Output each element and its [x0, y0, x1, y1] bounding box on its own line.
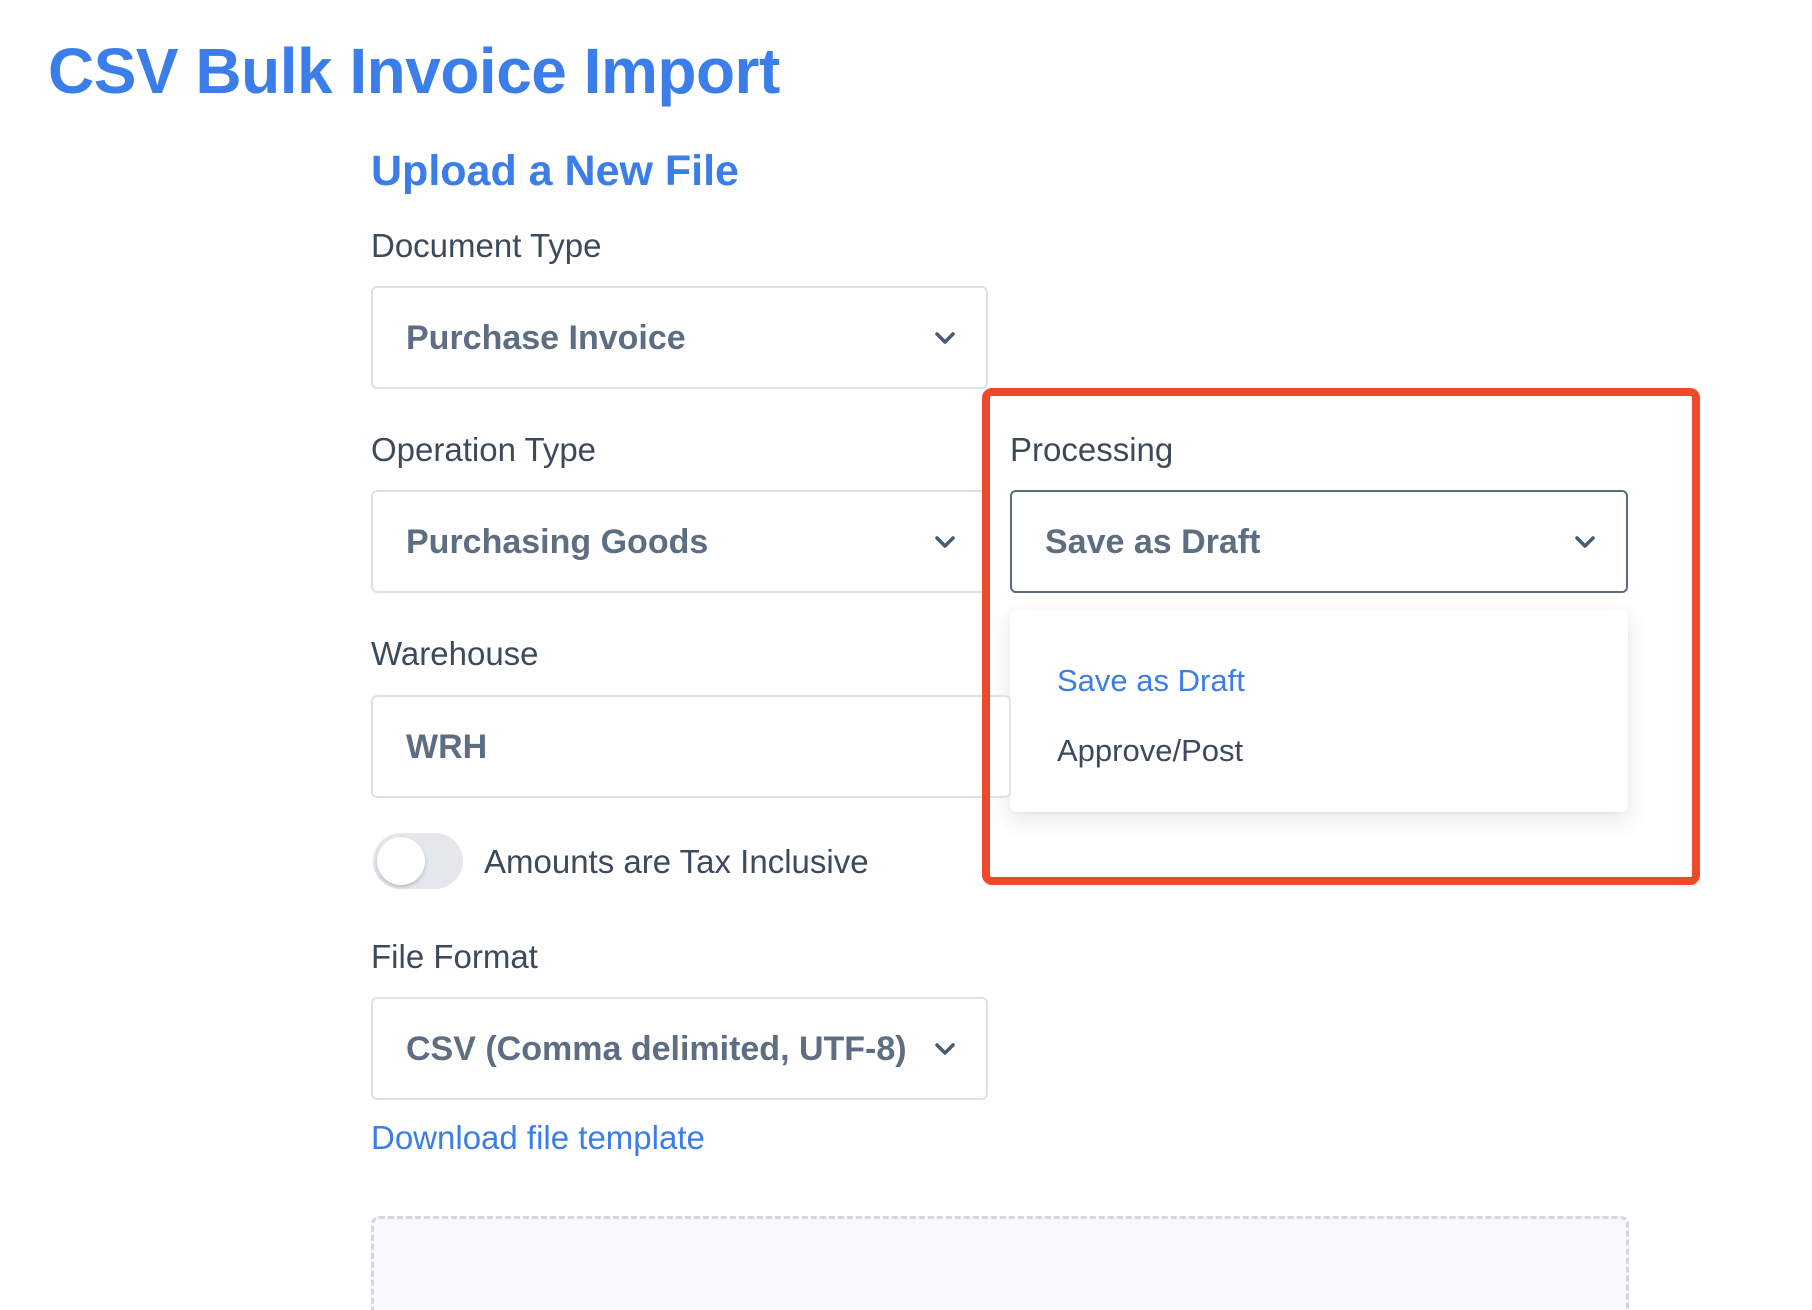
chevron-down-icon — [935, 1042, 955, 1055]
operation-type-label: Operation Type — [371, 431, 597, 468]
operation-type-value: Purchasing Goods — [406, 522, 709, 561]
warehouse-label: Warehouse — [371, 635, 539, 672]
tax-inclusive-label: Amounts are Tax Inclusive — [484, 843, 869, 880]
processing-option-save-as-draft[interactable]: Save as Draft — [1057, 662, 1245, 699]
processing-option-approve-post[interactable]: Approve/Post — [1057, 732, 1243, 769]
toggle-knob — [377, 837, 425, 885]
processing-value: Save as Draft — [1045, 522, 1261, 561]
tax-inclusive-toggle[interactable] — [373, 833, 463, 889]
warehouse-input[interactable]: WRH — [371, 695, 1011, 798]
file-format-label: File Format — [371, 938, 538, 975]
operation-type-select[interactable]: Purchasing Goods — [371, 490, 988, 593]
warehouse-value: WRH — [406, 727, 488, 766]
file-dropzone[interactable] — [371, 1216, 1629, 1310]
document-type-label: Document Type — [371, 227, 602, 264]
file-format-select[interactable]: CSV (Comma delimited, UTF-8) — [371, 997, 988, 1100]
section-title: Upload a New File — [371, 147, 739, 195]
file-format-value: CSV (Comma delimited, UTF-8) — [406, 1029, 907, 1068]
chevron-down-icon — [935, 535, 955, 548]
document-type-select[interactable]: Purchase Invoice — [371, 286, 988, 389]
page-title: CSV Bulk Invoice Import — [48, 35, 780, 107]
download-template-link[interactable]: Download file template — [371, 1118, 705, 1158]
chevron-down-icon — [935, 331, 955, 344]
chevron-down-icon — [1575, 535, 1595, 548]
processing-select[interactable]: Save as Draft — [1010, 490, 1628, 593]
document-type-value: Purchase Invoice — [406, 318, 686, 357]
processing-dropdown-menu: Save as Draft Approve/Post — [1010, 610, 1628, 812]
processing-label: Processing — [1010, 431, 1174, 468]
